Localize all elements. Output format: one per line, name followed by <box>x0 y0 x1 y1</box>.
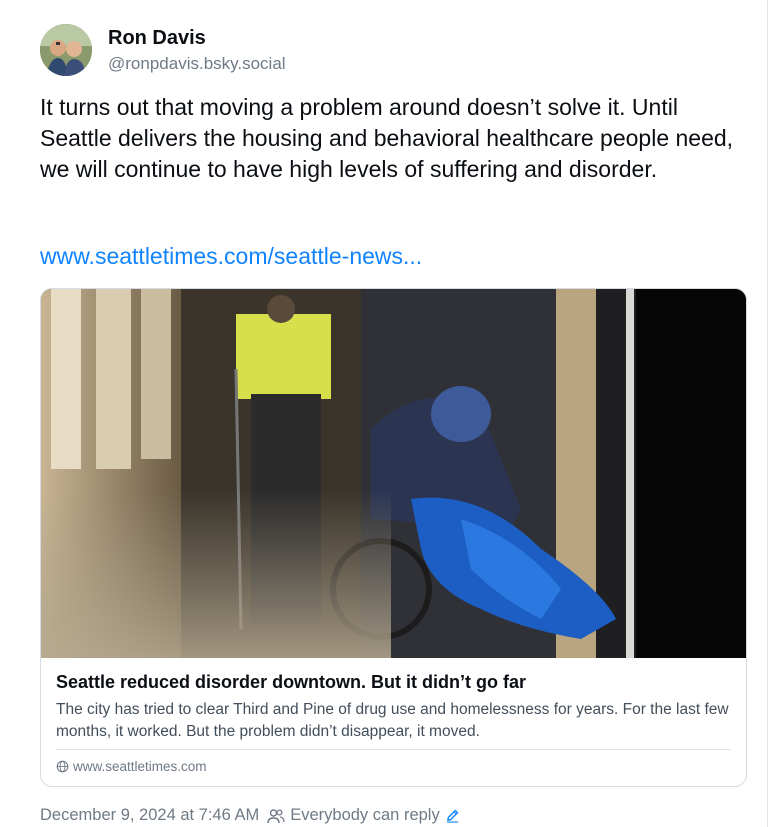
post-link[interactable]: www.seattletimes.com/seattle-news... <box>40 243 422 270</box>
people-icon <box>267 808 285 823</box>
reply-setting[interactable]: Everybody can reply <box>267 806 460 825</box>
avatar[interactable] <box>40 24 92 76</box>
timestamp[interactable]: December 9, 2024 at 7:46 AM <box>40 806 259 825</box>
card-source-label: www.seattletimes.com <box>73 759 207 774</box>
author-display-name[interactable]: Ron Davis <box>108 27 206 50</box>
post-text: It turns out that moving a problem aroun… <box>40 94 734 182</box>
author-handle[interactable]: @ronpdavis.bsky.social <box>108 54 286 74</box>
card-title[interactable]: Seattle reduced disorder downtown. But i… <box>56 672 526 693</box>
card-source: www.seattletimes.com <box>56 759 207 774</box>
reply-setting-label: Everybody can reply <box>290 806 440 824</box>
post-meta: December 9, 2024 at 7:46 AM Everybody ca… <box>40 806 460 825</box>
avatar-photo <box>40 24 92 76</box>
card-divider <box>56 749 731 750</box>
post: Ron Davis @ronpdavis.bsky.social It turn… <box>0 0 768 827</box>
pencil-icon[interactable] <box>445 808 460 823</box>
card-description: The city has tried to clear Third and Pi… <box>56 701 729 740</box>
globe-icon <box>56 760 69 773</box>
link-card[interactable]: Seattle reduced disorder downtown. But i… <box>40 288 747 787</box>
card-image <box>41 289 746 658</box>
